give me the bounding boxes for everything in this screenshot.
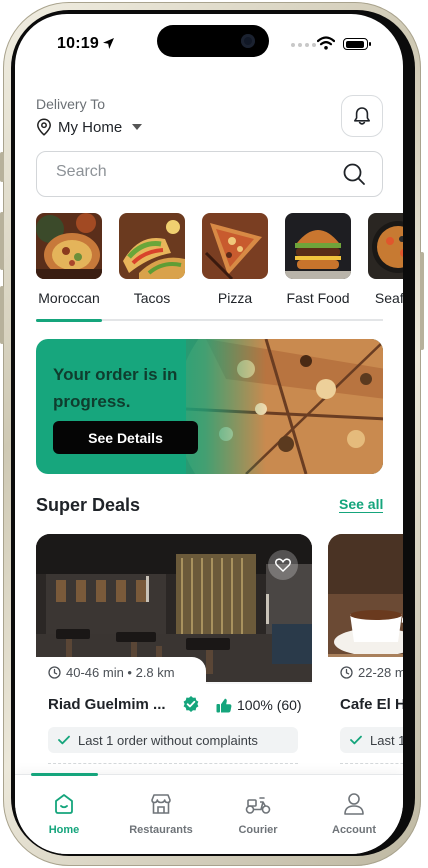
delivery-meta: 40-46 min • 2.8 km xyxy=(36,657,206,687)
section-title: Super Deals xyxy=(36,495,141,515)
delivery-label: Delivery To xyxy=(36,96,105,112)
battery-icon xyxy=(343,38,371,50)
delivery-meta-text: 40-46 min • 2.8 km xyxy=(66,664,175,680)
category-tacos[interactable]: Tacos xyxy=(119,213,185,306)
dynamic-island xyxy=(157,25,269,57)
category-thumbnail xyxy=(285,213,351,279)
rating-text: 100% (60) xyxy=(237,697,302,713)
heart-icon xyxy=(275,558,291,572)
nav-label: Courier xyxy=(238,824,278,836)
search-bar xyxy=(36,151,383,197)
address-text: My Home xyxy=(58,118,123,136)
thumbs-up-icon xyxy=(216,698,232,712)
see-all-link[interactable]: See all xyxy=(339,496,384,513)
delivery-meta-text: 22-28 min xyxy=(358,664,403,680)
search-icon[interactable] xyxy=(342,162,366,186)
category-tab-track xyxy=(36,318,383,322)
order-progress-banner[interactable]: Your order is in progress. See Details xyxy=(36,339,383,474)
check-icon xyxy=(350,735,362,745)
address-selector[interactable]: My Home xyxy=(36,118,143,136)
clock-icon xyxy=(48,665,61,679)
complaint-text: Last 1 xyxy=(370,732,403,748)
category-thumbnail xyxy=(36,213,102,279)
power-button xyxy=(420,252,424,350)
nav-label: Home xyxy=(48,824,80,836)
category-moroccan[interactable]: Moroccan xyxy=(36,213,102,306)
app-screen: 10:19 Delivery To My Home Search Morocca… xyxy=(15,14,403,854)
clock-icon xyxy=(340,665,353,679)
category-fast-food[interactable]: Fast Food xyxy=(285,213,351,306)
verified-badge-icon xyxy=(183,696,199,712)
category-seafood[interactable]: Seafood xyxy=(368,213,403,306)
home-icon xyxy=(55,794,73,814)
person-icon xyxy=(344,793,364,815)
notifications-button[interactable] xyxy=(341,95,383,137)
restaurant-card[interactable]: 40-46 min • 2.8 km Riad Guelmim ... 100%… xyxy=(36,534,312,794)
category-thumbnail xyxy=(119,213,185,279)
check-icon xyxy=(58,735,70,745)
cellular-signal-icon xyxy=(291,43,316,47)
mute-switch xyxy=(0,152,4,182)
card-divider xyxy=(48,763,298,764)
delivery-meta: 22-28 min xyxy=(328,657,403,687)
status-bar: 10:19 xyxy=(15,14,403,74)
complaint-text: Last 1 order without complaints xyxy=(78,732,258,748)
promo-text: Your order is in progress. xyxy=(53,365,178,411)
category-thumbnail xyxy=(368,213,403,279)
chevron-down-icon xyxy=(132,124,143,130)
bell-icon xyxy=(354,107,370,125)
restaurant-name: Cafe El H xyxy=(340,696,403,713)
nav-restaurants[interactable]: Restaurants xyxy=(126,775,196,845)
nav-label: Restaurants xyxy=(129,824,193,836)
bottom-navigation: Home Restaurants Courier Account xyxy=(15,773,403,854)
nav-account[interactable]: Account xyxy=(319,775,389,845)
restaurant-name: Riad Guelmim ... xyxy=(48,696,166,713)
storefront-icon xyxy=(151,794,171,814)
category-thumbnail xyxy=(202,213,268,279)
favorite-button[interactable] xyxy=(268,550,298,580)
camera-icon xyxy=(241,34,255,48)
nav-label: Account xyxy=(332,824,376,836)
nav-courier[interactable]: Courier xyxy=(223,775,293,845)
status-time: 10:19 xyxy=(57,35,99,52)
complaint-note: Last 1 xyxy=(340,727,403,753)
wifi-icon xyxy=(317,36,335,50)
location-pin-icon xyxy=(37,118,51,136)
scooter-icon xyxy=(245,797,271,814)
card-divider xyxy=(340,763,403,764)
complaint-note: Last 1 order without complaints xyxy=(48,727,298,753)
see-details-button[interactable]: See Details xyxy=(53,421,198,454)
category-pizza[interactable]: Pizza xyxy=(202,213,268,306)
category-active-indicator xyxy=(36,318,102,322)
rating: 100% (60) xyxy=(216,697,302,713)
location-arrow-icon xyxy=(103,38,114,49)
restaurant-card[interactable]: 22-28 min Cafe El H Last 1 xyxy=(328,534,403,794)
volume-up-button xyxy=(0,212,4,270)
volume-down-button xyxy=(0,286,4,344)
search-input[interactable] xyxy=(56,163,326,181)
nav-home[interactable]: Home xyxy=(29,775,99,845)
category-carousel: Moroccan Tacos Pizza Fast Food Seaf xyxy=(36,213,403,325)
category-label: Seafood xyxy=(374,290,403,306)
